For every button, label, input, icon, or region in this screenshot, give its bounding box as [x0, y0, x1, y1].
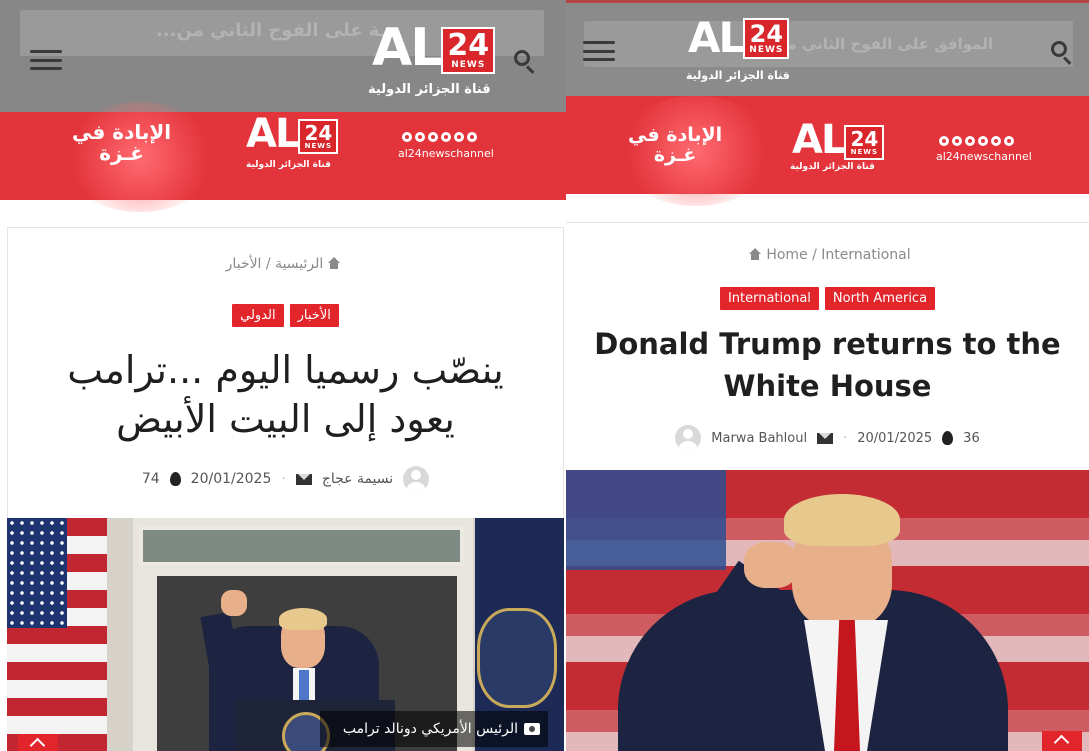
logo-subtitle: قناة الجزائر الدولية	[368, 82, 491, 97]
breadcrumb-home[interactable]: الرئيسية	[275, 256, 323, 272]
home-icon	[748, 248, 762, 260]
author-name[interactable]: نسيمة عجاج	[322, 471, 393, 487]
breadcrumb-section[interactable]: International	[821, 247, 910, 263]
english-article-panel: الموافق على الفوج الثاني من... AL 24 NEWS…	[566, 0, 1089, 751]
social-handle: al24newschannel	[398, 147, 494, 160]
article-meta: نسيمة عجاج · 20/01/2025 74	[8, 466, 563, 492]
tag-north-america[interactable]: North America	[824, 287, 936, 310]
hamburger-menu-icon[interactable]	[30, 50, 62, 70]
fire-icon	[942, 431, 954, 445]
breadcrumb: Home / International	[566, 247, 1089, 263]
publish-date: 20/01/2025	[857, 430, 933, 446]
photo-caption: الرئيس الأمريكي دونالد ترامب	[320, 711, 548, 747]
al24-logo[interactable]: AL 24 NEWS	[372, 22, 496, 74]
search-icon[interactable]	[1051, 41, 1073, 65]
banner-logo: AL 24 NEWS	[792, 120, 885, 160]
publish-date: 20/01/2025	[190, 471, 272, 487]
site-header: الموافق على الفوج الثاني من... AL 24 NEWS…	[566, 0, 1089, 96]
social-icons	[939, 136, 1014, 146]
logo-subtitle: قناة الجزائر الدولية	[686, 69, 790, 82]
al24-logo[interactable]: AL 24 NEWS	[688, 17, 790, 59]
author-avatar[interactable]	[403, 466, 430, 492]
article-headline: Donald Trump returns to the White House	[594, 327, 1061, 404]
social-icons	[402, 132, 477, 142]
author-avatar[interactable]	[675, 425, 702, 451]
logo-badge: 24 NEWS	[441, 27, 496, 74]
tag-news[interactable]: الأخبار	[289, 304, 339, 327]
camera-icon	[524, 723, 540, 735]
category-tags: الأخبار الدولي	[8, 304, 563, 327]
mail-icon[interactable]	[817, 432, 834, 444]
tag-international[interactable]: الدولي	[232, 304, 284, 327]
header-ghost-title: ـة على الفوج الثاني من...	[156, 20, 386, 41]
header-ghost-title: الموافق على الفوج الثاني من...	[756, 35, 993, 53]
tag-international[interactable]: International	[719, 287, 819, 310]
search-icon[interactable]	[514, 50, 536, 74]
home-icon	[327, 257, 341, 269]
breadcrumb: الرئيسية / الأخبار	[8, 256, 563, 272]
article-headline: ينصّب رسميا اليوم ...ترامب يعود إلى البي…	[67, 348, 504, 442]
breadcrumb-home[interactable]: Home	[766, 247, 807, 263]
article-header-card: Home / International International North…	[566, 222, 1089, 474]
arabic-article-panel: ـة على الفوج الثاني من... AL 24 NEWS قنا…	[0, 0, 566, 751]
gaza-banner-title: الإبادة في غـزة	[72, 120, 172, 165]
banner-logo-subtitle: قناة الجزائر الدولية	[246, 160, 331, 170]
site-header: ـة على الفوج الثاني من... AL 24 NEWS قنا…	[0, 0, 566, 112]
view-count: 74	[141, 471, 160, 487]
category-tags: International North America	[566, 287, 1089, 310]
social-handle: al24newschannel	[936, 150, 1032, 163]
scroll-to-top-button[interactable]	[1042, 731, 1082, 751]
banner-logo: AL 24 NEWS	[246, 114, 339, 154]
fire-icon	[169, 472, 181, 486]
article-meta: Marwa Bahloul · 20/01/2025 36	[566, 425, 1089, 451]
mail-icon[interactable]	[295, 473, 312, 485]
view-count: 36	[963, 430, 980, 446]
article-photo[interactable]	[566, 470, 1089, 751]
article-header-card: الرئيسية / الأخبار الأخبار الدولي ينصّب …	[7, 227, 564, 522]
hamburger-menu-icon[interactable]	[583, 41, 615, 61]
scroll-to-top-button[interactable]	[18, 734, 58, 751]
gaza-banner-title: الإبادة في غـزة	[628, 124, 723, 166]
author-name[interactable]: Marwa Bahloul	[711, 431, 807, 446]
breadcrumb-section[interactable]: الأخبار	[226, 256, 262, 272]
banner-logo-subtitle: قناة الجزائر الدولية	[790, 162, 875, 172]
